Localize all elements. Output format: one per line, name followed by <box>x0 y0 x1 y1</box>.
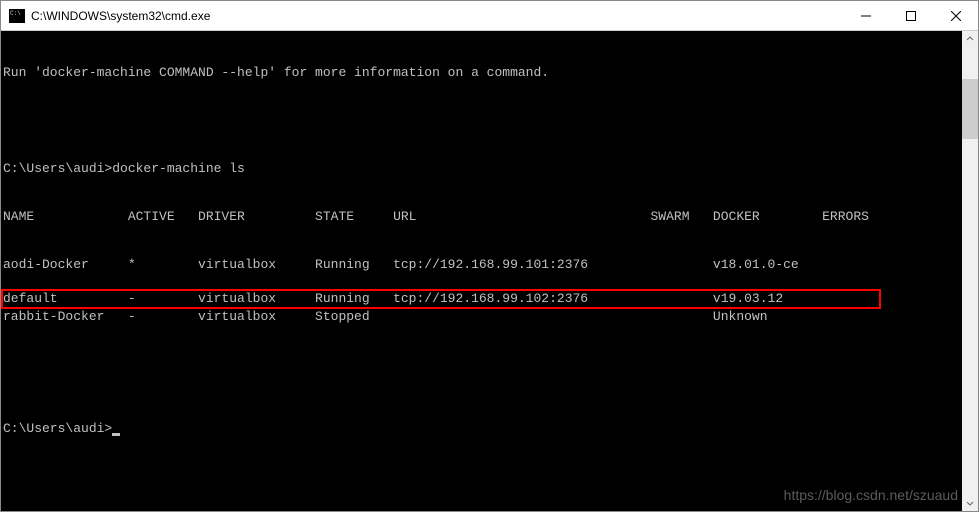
prompt-line-1: C:\Users\audi>docker-machine ls <box>3 161 978 177</box>
scrollbar-track[interactable] <box>962 47 978 495</box>
close-icon <box>951 11 961 21</box>
minimize-icon <box>861 11 871 21</box>
cursor <box>112 433 120 436</box>
watermark-text: https://blog.csdn.net/szuaud <box>784 487 958 503</box>
scroll-up-button[interactable] <box>962 31 978 47</box>
table-row: rabbit-Docker - virtualbox Stopped Unkno… <box>3 309 978 325</box>
chevron-up-icon <box>966 35 974 43</box>
prompt: C:\Users\audi> <box>3 421 112 436</box>
table-body: aodi-Docker * virtualbox Running tcp://1… <box>3 257 978 341</box>
chevron-down-icon <box>966 499 974 507</box>
titlebar[interactable]: C:\WINDOWS\system32\cmd.exe <box>1 1 978 31</box>
cmd-window: C:\WINDOWS\system32\cmd.exe Run 'docker-… <box>0 0 979 512</box>
blank-line <box>3 373 978 389</box>
table-row: default - virtualbox Running tcp://192.1… <box>1 289 881 309</box>
prompt-line-2: C:\Users\audi> <box>3 421 978 437</box>
blank-line <box>3 113 978 129</box>
window-controls <box>843 1 978 30</box>
minimize-button[interactable] <box>843 1 888 30</box>
prompt: C:\Users\audi> <box>3 161 112 176</box>
close-button[interactable] <box>933 1 978 30</box>
maximize-icon <box>906 11 916 21</box>
command: docker-machine ls <box>112 161 245 176</box>
terminal-area[interactable]: Run 'docker-machine COMMAND --help' for … <box>1 31 978 511</box>
window-title: C:\WINDOWS\system32\cmd.exe <box>31 9 843 23</box>
table-header: NAME ACTIVE DRIVER STATE URL SWARM DOCKE… <box>3 209 978 225</box>
vertical-scrollbar[interactable] <box>962 31 978 511</box>
scrollbar-thumb[interactable] <box>962 79 978 139</box>
scroll-down-button[interactable] <box>962 495 978 511</box>
help-text: Run 'docker-machine COMMAND --help' for … <box>3 65 978 81</box>
maximize-button[interactable] <box>888 1 933 30</box>
cmd-icon <box>9 9 25 23</box>
table-row: aodi-Docker * virtualbox Running tcp://1… <box>3 257 978 273</box>
